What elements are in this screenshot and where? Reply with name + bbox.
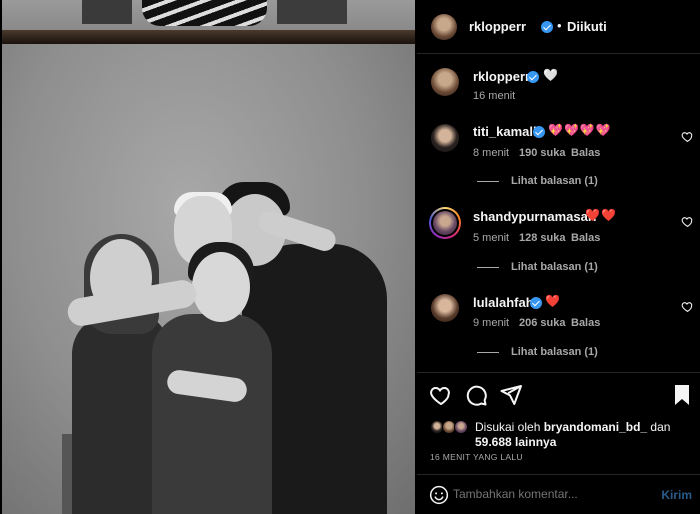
- replies-divider: [477, 181, 499, 182]
- comment-text: ❤️❤️: [585, 208, 617, 222]
- caption-username[interactable]: rklopperr: [473, 69, 530, 84]
- comment-time: 5 menit: [473, 232, 510, 244]
- heart-icon[interactable]: [681, 130, 694, 143]
- smiley-icon[interactable]: [429, 485, 449, 505]
- comment-avatar[interactable]: [433, 211, 457, 235]
- comment-icon[interactable]: [464, 383, 488, 407]
- verified-badge-icon: [533, 126, 545, 138]
- heart-icon[interactable]: [429, 383, 453, 407]
- post-timestamp: 16 MENIT YANG LALU: [430, 452, 523, 462]
- comment-time: 8 menit: [473, 147, 510, 159]
- header-separator: •: [557, 18, 562, 33]
- comment-text: 💖💖💖💖: [548, 123, 612, 137]
- comment-input[interactable]: [453, 487, 643, 501]
- comment-text: ❤️: [545, 294, 561, 308]
- reply-button[interactable]: Balas: [571, 147, 600, 159]
- photo-divider: [2, 30, 415, 44]
- liker-avatar: [454, 420, 468, 434]
- reply-button[interactable]: Balas: [571, 232, 600, 244]
- add-comment-bar: Kirim: [417, 474, 700, 514]
- photo-previous-slide-edge: [2, 0, 415, 30]
- post-comment-button[interactable]: Kirim: [661, 488, 692, 502]
- replies-divider: [477, 267, 499, 268]
- comment-username[interactable]: lulalahfah: [473, 295, 534, 310]
- comment-username[interactable]: titi_kamall: [473, 124, 537, 139]
- post-side-panel: rklopperr • Diikuti rklopperr 🤍 16 menit…: [417, 0, 700, 514]
- post-actions-bar: [417, 372, 700, 414]
- comment-likes[interactable]: 206 suka: [519, 317, 566, 329]
- caption-author-avatar[interactable]: [431, 68, 459, 96]
- reply-button[interactable]: Balas: [571, 317, 600, 329]
- comment-likes[interactable]: 128 suka: [519, 232, 566, 244]
- comment-avatar[interactable]: [431, 294, 459, 322]
- view-replies-button[interactable]: Lihat balasan (1): [511, 346, 598, 358]
- likes-count-link[interactable]: 59.688 lainnya: [475, 435, 556, 449]
- post-media[interactable]: [0, 0, 417, 514]
- author-username[interactable]: rklopperr: [469, 19, 526, 34]
- liker-username[interactable]: bryandomani_bd_: [544, 420, 647, 434]
- view-replies-button[interactable]: Lihat balasan (1): [511, 261, 598, 273]
- verified-badge-icon: [541, 21, 553, 33]
- bookmark-icon[interactable]: [670, 383, 694, 407]
- heart-icon[interactable]: [681, 300, 694, 313]
- view-replies-button[interactable]: Lihat balasan (1): [511, 175, 598, 187]
- verified-badge-icon: [527, 71, 539, 83]
- liked-by-text: Disukai oleh bryandomani_bd_ dan: [475, 420, 671, 434]
- post-photo: [2, 44, 415, 514]
- comment-time: 9 menit: [473, 317, 510, 329]
- replies-divider: [477, 352, 499, 353]
- caption-text: 🤍: [543, 68, 559, 82]
- follow-status-button[interactable]: Diikuti: [567, 19, 607, 34]
- comment-likes[interactable]: 190 suka: [519, 147, 566, 159]
- comment-avatar[interactable]: [431, 124, 459, 152]
- post-header: rklopperr • Diikuti: [417, 0, 700, 54]
- heart-icon[interactable]: [681, 215, 694, 228]
- verified-badge-icon: [530, 297, 542, 309]
- caption-time: 16 menit: [473, 90, 516, 102]
- paper-plane-icon[interactable]: [499, 383, 523, 407]
- comment-username[interactable]: shandypurnamasari: [473, 209, 597, 224]
- author-avatar[interactable]: [431, 14, 457, 40]
